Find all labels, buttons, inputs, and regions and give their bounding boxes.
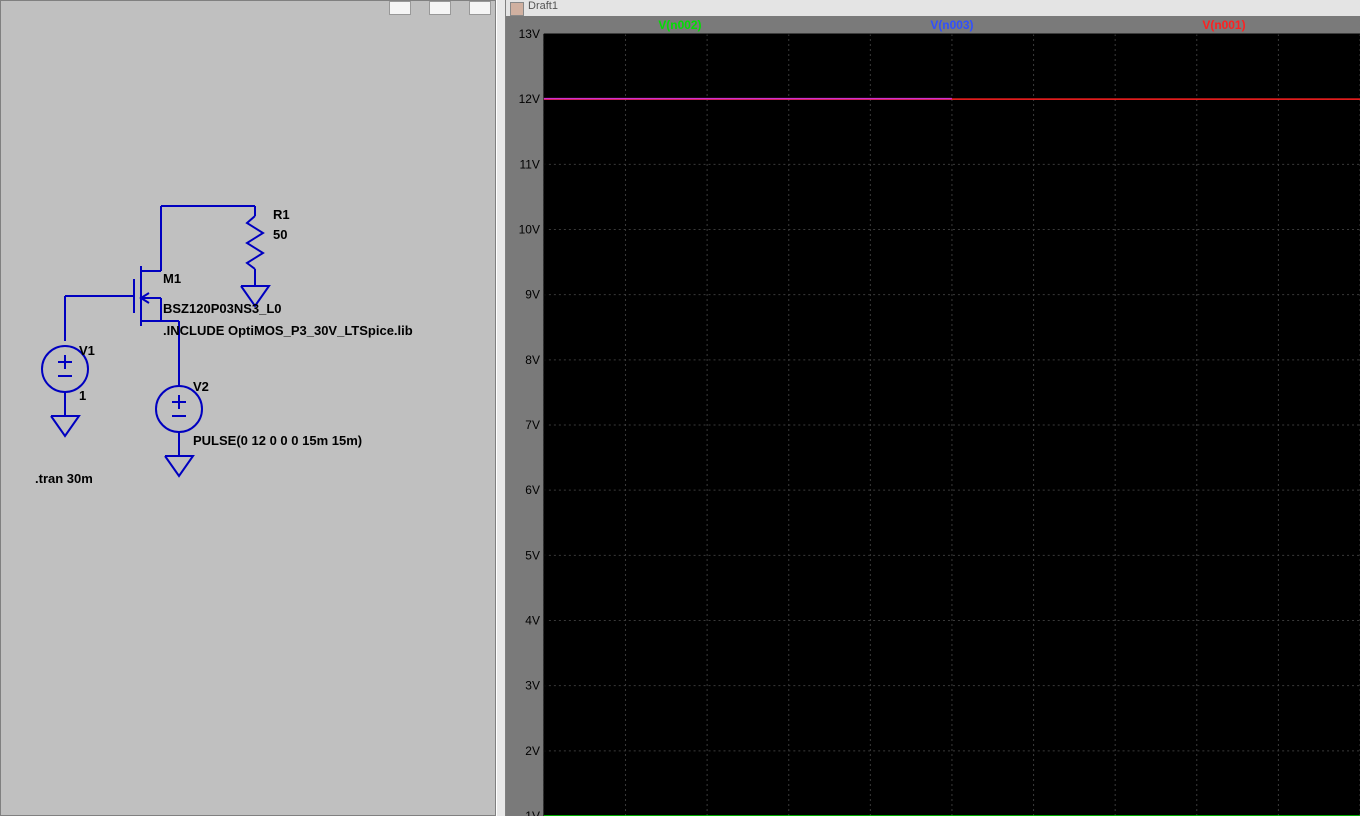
trace-label[interactable]: V(n002) xyxy=(658,18,701,32)
pane-divider[interactable] xyxy=(496,0,506,816)
svg-text:13V: 13V xyxy=(519,27,540,41)
schematic-canvas[interactable] xyxy=(1,1,497,816)
r1-value[interactable]: 50 xyxy=(273,227,287,242)
plot-tab-label: Draft1 xyxy=(528,0,558,12)
svg-text:11V: 11V xyxy=(520,157,540,171)
v1-value[interactable]: 1 xyxy=(79,388,86,403)
svg-text:8V: 8V xyxy=(525,353,540,367)
svg-text:1V: 1V xyxy=(525,809,540,816)
v2-value[interactable]: PULSE(0 12 0 0 0 15m 15m) xyxy=(193,433,362,448)
svg-text:7V: 7V xyxy=(525,418,540,432)
v1-ref[interactable]: V1 xyxy=(79,343,95,358)
tran-directive[interactable]: .tran 30m xyxy=(35,471,93,486)
trace-label[interactable]: V(n001) xyxy=(1202,18,1245,32)
svg-text:6V: 6V xyxy=(525,483,540,497)
m1-ref[interactable]: M1 xyxy=(163,271,181,286)
svg-text:12V: 12V xyxy=(519,92,540,106)
m1-model[interactable]: BSZ120P03NS3_L0 xyxy=(163,301,282,316)
svg-text:10V: 10V xyxy=(519,222,540,236)
v2-ref[interactable]: V2 xyxy=(193,379,209,394)
svg-text:2V: 2V xyxy=(525,744,540,758)
include-directive[interactable]: .INCLUDE OptiMOS_P3_30V_LTSpice.lib xyxy=(163,323,413,338)
r1-ref[interactable]: R1 xyxy=(273,207,290,222)
svg-text:3V: 3V xyxy=(525,679,540,693)
schematic-pane[interactable]: R1 50 M1 BSZ120P03NS3_L0 .INCLUDE OptiMO… xyxy=(0,0,496,816)
plot-pane[interactable]: Draft1 13V 12V 11V 10V 9V 8V 7V 6V 5V 4V 3V 2V 1V V(n… xyxy=(506,0,1360,816)
trace-label[interactable]: V(n003) xyxy=(930,18,973,32)
svg-text:9V: 9V xyxy=(525,288,540,302)
svg-text:4V: 4V xyxy=(525,613,540,627)
plot-area[interactable]: 13V 12V 11V 10V 9V 8V 7V 6V 5V 4V 3V 2V 1V V(n002) V(n… xyxy=(506,16,1360,816)
svg-text:5V: 5V xyxy=(525,548,540,562)
plot-tab-title[interactable]: Draft1 xyxy=(506,0,1360,16)
